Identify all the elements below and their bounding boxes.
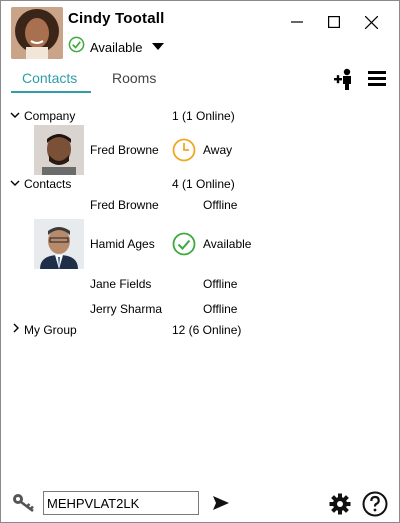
chevron-down-icon[interactable] — [151, 41, 164, 53]
chevron-down-icon[interactable] — [10, 110, 20, 122]
group-mygroup-summary: 12 (6 Online) — [172, 323, 242, 337]
settings-gear-icon[interactable] — [329, 493, 351, 520]
maximize-icon[interactable] — [322, 10, 346, 34]
group-contacts-summary: 4 (1 Online) — [172, 177, 235, 191]
group-company-summary: 1 (1 Online) — [172, 109, 235, 123]
available-check-icon — [68, 36, 85, 58]
available-check-icon — [172, 232, 196, 261]
contact-status: Offline — [203, 302, 238, 316]
minimize-icon[interactable] — [285, 10, 309, 34]
chevron-right-icon[interactable] — [12, 323, 20, 336]
away-clock-icon — [172, 138, 196, 167]
contact-status: Available — [203, 237, 252, 251]
close-icon[interactable] — [359, 10, 383, 34]
group-contacts-name[interactable]: Contacts — [24, 177, 71, 191]
menu-icon[interactable] — [368, 70, 386, 91]
status-selector[interactable]: Available — [68, 36, 164, 58]
chevron-down-icon[interactable] — [10, 178, 20, 190]
active-tab-indicator — [11, 91, 91, 93]
user-avatar[interactable] — [11, 7, 63, 59]
contacts-window: Cindy Tootall Available Contacts Rooms C… — [0, 0, 400, 523]
help-icon[interactable] — [362, 491, 388, 522]
contact-status: Offline — [203, 277, 238, 291]
contact-name[interactable]: Fred Browne — [90, 143, 159, 157]
contact-status: Offline — [203, 198, 238, 212]
tab-rooms[interactable]: Rooms — [112, 70, 156, 86]
contact-name[interactable]: Jerry Sharma — [90, 302, 162, 316]
tab-contacts[interactable]: Contacts — [22, 70, 77, 86]
avatar — [34, 219, 84, 269]
group-company-name[interactable]: Company — [24, 109, 75, 123]
key-icon[interactable] — [12, 492, 38, 519]
avatar — [34, 125, 84, 175]
add-contact-icon[interactable] — [333, 68, 355, 95]
contact-name[interactable]: Fred Browne — [90, 198, 159, 212]
contact-name[interactable]: Hamid Ages — [90, 237, 155, 251]
contact-status: Away — [203, 143, 233, 157]
user-name: Cindy Tootall — [68, 10, 165, 27]
send-icon[interactable] — [212, 495, 230, 516]
code-input[interactable] — [43, 491, 199, 515]
group-mygroup-name[interactable]: My Group — [24, 323, 77, 337]
status-label: Available — [90, 39, 143, 55]
contact-name[interactable]: Jane Fields — [90, 277, 151, 291]
